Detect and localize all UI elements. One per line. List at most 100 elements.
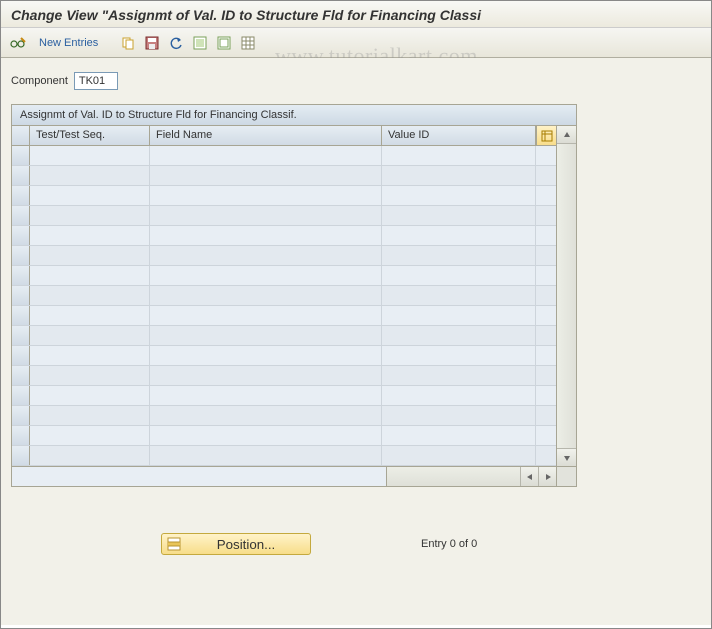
cell-valueid[interactable]	[382, 266, 536, 285]
cell-valueid[interactable]	[382, 406, 536, 425]
cell-fieldname[interactable]	[150, 306, 382, 325]
cell-valueid[interactable]	[382, 446, 536, 465]
entry-count-text: Entry 0 of 0	[421, 538, 477, 550]
horizontal-scrollbar[interactable]	[386, 467, 556, 486]
other-view-button[interactable]	[7, 33, 29, 53]
scroll-up-button[interactable]	[557, 126, 576, 144]
cell-pad	[536, 306, 556, 325]
cell-test[interactable]	[30, 146, 150, 165]
cell-fieldname[interactable]	[150, 286, 382, 305]
cell-valueid[interactable]	[382, 366, 536, 385]
undo-button[interactable]	[166, 33, 186, 53]
row-selector[interactable]	[12, 286, 30, 305]
cell-valueid[interactable]	[382, 286, 536, 305]
row-selector[interactable]	[12, 446, 30, 465]
table-row	[12, 146, 556, 166]
vscroll-track[interactable]	[557, 144, 576, 448]
row-selector[interactable]	[12, 366, 30, 385]
table-row	[12, 206, 556, 226]
row-selector[interactable]	[12, 326, 30, 345]
row-selector[interactable]	[12, 246, 30, 265]
cell-valueid[interactable]	[382, 306, 536, 325]
row-selector[interactable]	[12, 226, 30, 245]
cell-fieldname[interactable]	[150, 146, 382, 165]
cell-fieldname[interactable]	[150, 406, 382, 425]
copy-icon	[121, 36, 135, 50]
row-selector[interactable]	[12, 346, 30, 365]
cell-fieldname[interactable]	[150, 226, 382, 245]
row-selector[interactable]	[12, 426, 30, 445]
cell-fieldname[interactable]	[150, 206, 382, 225]
table-header-row: Test/Test Seq. Field Name Value ID	[12, 126, 556, 146]
cell-test[interactable]	[30, 266, 150, 285]
cell-test[interactable]	[30, 446, 150, 465]
cell-test[interactable]	[30, 246, 150, 265]
scroll-down-button[interactable]	[557, 448, 576, 466]
cell-test[interactable]	[30, 426, 150, 445]
cell-fieldname[interactable]	[150, 186, 382, 205]
cell-valueid[interactable]	[382, 426, 536, 445]
cell-test[interactable]	[30, 206, 150, 225]
cell-valueid[interactable]	[382, 386, 536, 405]
scroll-left-button[interactable]	[520, 467, 538, 486]
cell-fieldname[interactable]	[150, 426, 382, 445]
content-area: Component Assignmt of Val. ID to Structu…	[1, 58, 711, 625]
row-selector[interactable]	[12, 146, 30, 165]
cell-test[interactable]	[30, 186, 150, 205]
cell-test[interactable]	[30, 366, 150, 385]
hscroll-track[interactable]	[387, 467, 520, 486]
table-config-button[interactable]	[536, 126, 556, 145]
cell-test[interactable]	[30, 306, 150, 325]
cell-fieldname[interactable]	[150, 346, 382, 365]
row-selector-header[interactable]	[12, 126, 30, 145]
row-selector[interactable]	[12, 206, 30, 225]
cell-fieldname[interactable]	[150, 266, 382, 285]
column-header-test[interactable]: Test/Test Seq.	[30, 126, 150, 145]
scroll-right-button[interactable]	[538, 467, 556, 486]
table-row	[12, 366, 556, 386]
cell-test[interactable]	[30, 346, 150, 365]
cell-fieldname[interactable]	[150, 446, 382, 465]
cell-test[interactable]	[30, 406, 150, 425]
vertical-scrollbar[interactable]	[556, 126, 576, 466]
cell-valueid[interactable]	[382, 326, 536, 345]
cell-valueid[interactable]	[382, 246, 536, 265]
cell-fieldname[interactable]	[150, 386, 382, 405]
component-input[interactable]	[74, 72, 118, 90]
cell-valueid[interactable]	[382, 146, 536, 165]
cell-valueid[interactable]	[382, 346, 536, 365]
cell-fieldname[interactable]	[150, 366, 382, 385]
copy-button[interactable]	[118, 33, 138, 53]
cell-valueid[interactable]	[382, 186, 536, 205]
save-button[interactable]	[142, 33, 162, 53]
select-all-button[interactable]	[190, 33, 210, 53]
position-icon	[166, 536, 182, 552]
cell-test[interactable]	[30, 166, 150, 185]
cell-valueid[interactable]	[382, 166, 536, 185]
row-selector[interactable]	[12, 166, 30, 185]
new-entries-button[interactable]: New Entries	[33, 37, 104, 49]
row-selector[interactable]	[12, 386, 30, 405]
horizontal-scroll-row	[12, 466, 576, 486]
position-button[interactable]: Position...	[161, 533, 311, 555]
cell-test[interactable]	[30, 286, 150, 305]
cell-pad	[536, 166, 556, 185]
deselect-all-button[interactable]	[214, 33, 234, 53]
row-selector[interactable]	[12, 306, 30, 325]
row-selector[interactable]	[12, 406, 30, 425]
cell-valueid[interactable]	[382, 206, 536, 225]
column-header-fieldname[interactable]: Field Name	[150, 126, 382, 145]
row-selector[interactable]	[12, 186, 30, 205]
cell-fieldname[interactable]	[150, 246, 382, 265]
column-header-valueid[interactable]: Value ID	[382, 126, 536, 145]
cell-test[interactable]	[30, 326, 150, 345]
row-selector[interactable]	[12, 266, 30, 285]
cell-fieldname[interactable]	[150, 326, 382, 345]
cell-test[interactable]	[30, 386, 150, 405]
table-grid-icon	[241, 36, 255, 50]
table-settings-button[interactable]	[238, 33, 258, 53]
cell-valueid[interactable]	[382, 226, 536, 245]
cell-fieldname[interactable]	[150, 166, 382, 185]
cell-test[interactable]	[30, 226, 150, 245]
glasses-pencil-icon	[10, 35, 26, 51]
